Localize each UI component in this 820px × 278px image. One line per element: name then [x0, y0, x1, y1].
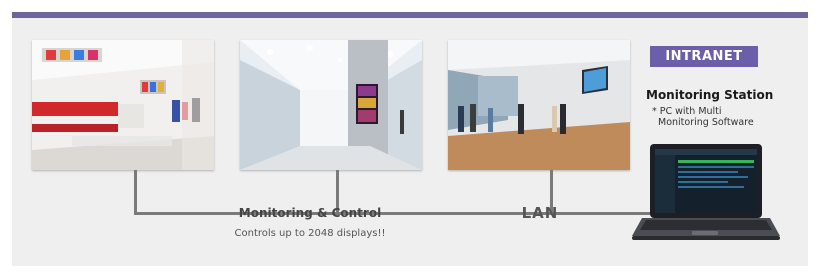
monitoring-station-title: Monitoring Station — [646, 88, 774, 102]
intranet-badge: INTRANET — [650, 46, 758, 67]
station-note-line1: * PC with Multi — [652, 106, 722, 117]
shopping-mall-photo — [240, 40, 422, 170]
retail-store-photo — [32, 40, 214, 170]
drop-line-1 — [134, 170, 137, 215]
monitoring-control-label: Monitoring & Control — [238, 206, 382, 220]
monitoring-control-caption: Controls up to 2048 displays!! — [234, 228, 386, 239]
lan-bus-line — [134, 212, 660, 215]
monitoring-station-note: * PC with Multi Monitoring Software — [652, 106, 782, 128]
office-lobby-photo — [448, 40, 630, 170]
laptop-icon — [630, 138, 780, 244]
lan-label: LAN — [521, 204, 559, 222]
station-note-line2: Monitoring Software — [658, 117, 754, 128]
